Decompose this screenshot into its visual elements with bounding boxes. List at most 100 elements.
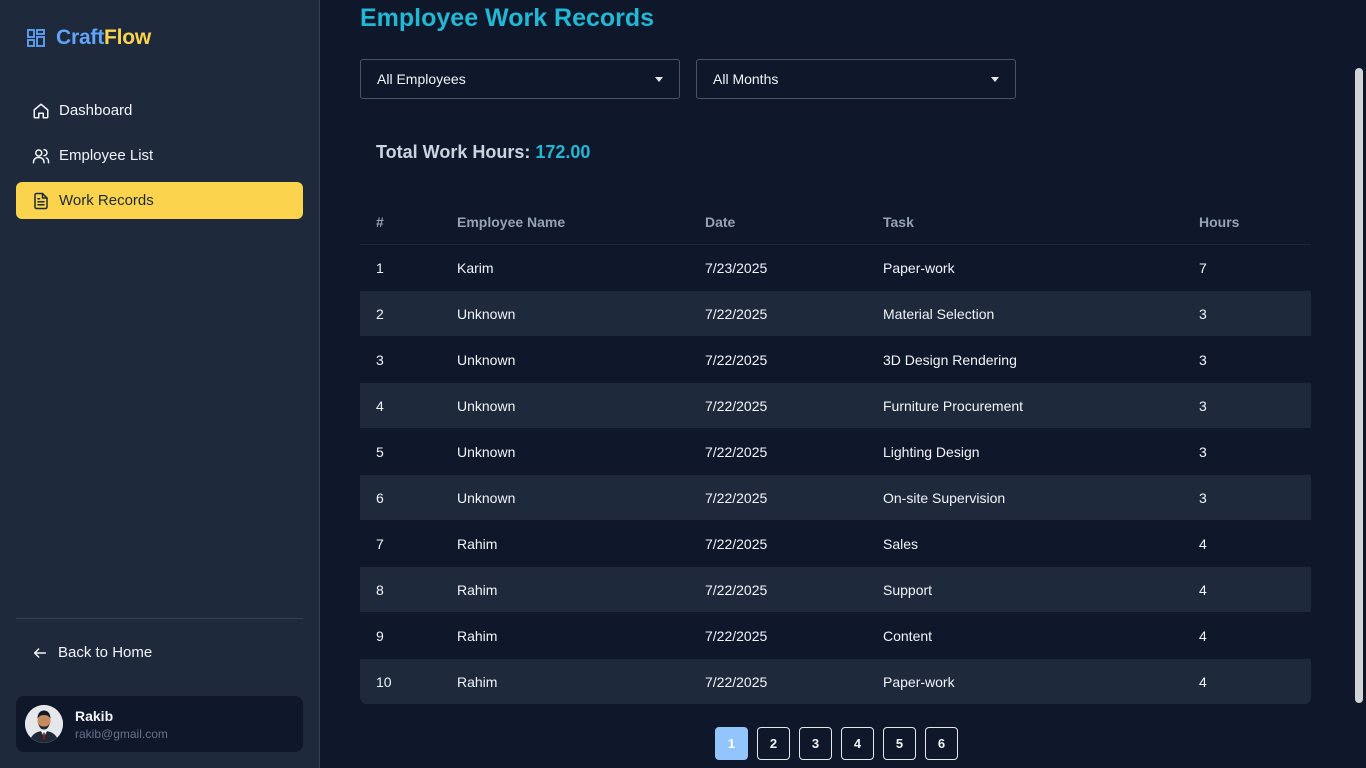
- cell-employee-name: Rahim: [457, 627, 498, 644]
- table-row[interactable]: 3 Unknown 7/22/2025 3D Design Rendering 3: [360, 337, 1311, 383]
- table-row[interactable]: 5 Unknown 7/22/2025 Lighting Design 3: [360, 429, 1311, 475]
- cell-hours: 4: [1199, 581, 1207, 598]
- cell-index: 6: [376, 489, 384, 506]
- cell-task: 3D Design Rendering: [883, 351, 1017, 368]
- cell-task: Paper-work: [883, 259, 955, 276]
- cell-date: 7/22/2025: [705, 305, 768, 322]
- brand-logo[interactable]: CraftFlow: [26, 26, 151, 50]
- work-records-table: # Employee Name Date Task Hours 1 Karim 7/…: [360, 199, 1311, 705]
- arrow-left-icon: [33, 647, 47, 658]
- cell-date: 7/22/2025: [705, 581, 768, 598]
- cell-task: Sales: [883, 535, 919, 552]
- table-row[interactable]: 1 Karim 7/23/2025 Paper-work 7: [360, 245, 1311, 291]
- sidebar-item-dashboard[interactable]: Dashboard: [16, 92, 303, 129]
- user-profile-card[interactable]: Rakib rakib@gmail.com: [16, 696, 303, 752]
- back-to-home-link[interactable]: Back to Home: [32, 644, 152, 661]
- sidebar-item-label: Employee List: [59, 147, 154, 164]
- user-avatar-icon: [25, 705, 63, 743]
- table-body: 1 Karim 7/23/2025 Paper-work 7 2 Unknown 7/22/2…: [360, 245, 1311, 705]
- column-header-task[interactable]: Task: [883, 214, 1199, 230]
- back-to-home-label: Back to Home: [58, 644, 153, 661]
- cell-date: 7/22/2025: [705, 443, 768, 460]
- table-row[interactable]: 10 Rahim 7/22/2025 Paper-work 4: [360, 659, 1311, 705]
- users-icon: [32, 148, 50, 163]
- page-button-2[interactable]: 2: [757, 727, 790, 760]
- employee-filter-select[interactable]: All Employees: [360, 59, 680, 99]
- cell-date: 7/22/2025: [705, 351, 768, 368]
- cell-task: Lighting Design: [883, 443, 980, 460]
- cell-task: Material Selection: [883, 305, 995, 322]
- cell-hours: 7: [1199, 259, 1207, 276]
- column-header-index[interactable]: #: [360, 214, 457, 230]
- cell-task: Support: [883, 581, 933, 598]
- page-button-3[interactable]: 3: [799, 727, 832, 760]
- table-row[interactable]: 7 Rahim 7/22/2025 Sales 4: [360, 521, 1311, 567]
- chevron-down-icon: [655, 77, 663, 82]
- page-button-1[interactable]: 1: [715, 727, 748, 760]
- brand-name: CraftFlow: [56, 26, 151, 50]
- page-title: Employee Work Records: [360, 4, 655, 32]
- cell-employee-name: Karim: [457, 259, 494, 276]
- column-header-employee-name[interactable]: Employee Name: [457, 214, 705, 230]
- user-email: rakib@gmail.com: [75, 726, 168, 741]
- month-filter-value: All Months: [713, 71, 779, 87]
- sidebar-item-employee-list[interactable]: Employee List: [16, 137, 303, 174]
- total-work-hours-label: Total Work Hours:: [376, 142, 531, 162]
- cell-task: On-site Supervision: [883, 489, 1006, 506]
- cell-employee-name: Unknown: [457, 351, 516, 368]
- cell-date: 7/22/2025: [705, 489, 768, 506]
- table-row[interactable]: 4 Unknown 7/22/2025 Furniture Procurement 3: [360, 383, 1311, 429]
- home-icon: [33, 103, 49, 118]
- page-button-6[interactable]: 6: [925, 727, 958, 760]
- cell-hours: 3: [1199, 305, 1207, 322]
- table-row[interactable]: 9 Rahim 7/22/2025 Content 4: [360, 613, 1311, 659]
- cell-employee-name: Rahim: [457, 581, 498, 598]
- sidebar-item-work-records[interactable]: Work Records: [16, 182, 303, 219]
- chevron-down-icon: [991, 77, 999, 82]
- cell-employee-name: Unknown: [457, 489, 516, 506]
- column-header-date[interactable]: Date: [705, 214, 883, 230]
- cell-hours: 3: [1199, 397, 1207, 414]
- cell-index: 9: [376, 627, 384, 644]
- cell-hours: 3: [1199, 489, 1207, 506]
- brand-name-part1: Craft: [56, 26, 105, 49]
- sidebar-nav: Dashboard Employee List Work Records: [16, 92, 303, 227]
- cell-index: 2: [376, 305, 384, 322]
- scrollbar-thumb[interactable]: [1355, 68, 1363, 703]
- cell-date: 7/22/2025: [705, 535, 768, 552]
- cell-employee-name: Rahim: [457, 535, 498, 552]
- table-header: # Employee Name Date Task Hours: [360, 199, 1311, 245]
- cell-employee-name: Unknown: [457, 305, 516, 322]
- cell-task: Content: [883, 627, 933, 644]
- table-row[interactable]: 8 Rahim 7/22/2025 Support 4: [360, 567, 1311, 613]
- employee-filter-value: All Employees: [377, 71, 466, 87]
- sidebar-divider: [16, 618, 303, 619]
- cell-hours: 4: [1199, 627, 1207, 644]
- user-name: Rakib: [75, 707, 114, 724]
- cell-date: 7/23/2025: [705, 259, 768, 276]
- user-info: Rakib rakib@gmail.com: [75, 708, 168, 741]
- cell-task: Paper-work: [883, 673, 955, 690]
- month-filter-select[interactable]: All Months: [696, 59, 1016, 99]
- table-row[interactable]: 6 Unknown 7/22/2025 On-site Supervision 3: [360, 475, 1311, 521]
- table-row[interactable]: 2 Unknown 7/22/2025 Material Selection 3: [360, 291, 1311, 337]
- main-content: Employee Work Records All Employees All …: [320, 0, 1352, 768]
- total-work-hours-value: 172.00: [535, 142, 591, 162]
- cell-task: Furniture Procurement: [883, 397, 1024, 414]
- cell-date: 7/22/2025: [705, 627, 768, 644]
- cell-hours: 4: [1199, 535, 1207, 552]
- cell-index: 3: [376, 351, 384, 368]
- page-button-5[interactable]: 5: [883, 727, 916, 760]
- cell-hours: 3: [1199, 351, 1207, 368]
- document-icon: [34, 192, 48, 209]
- cell-employee-name: Unknown: [457, 397, 516, 414]
- sidebar-item-label: Dashboard: [59, 102, 133, 119]
- cell-employee-name: Rahim: [457, 673, 498, 690]
- cell-index: 4: [376, 397, 384, 414]
- page-button-4[interactable]: 4: [841, 727, 874, 760]
- column-header-hours[interactable]: Hours: [1199, 214, 1311, 230]
- cell-index: 7: [376, 535, 384, 552]
- page-scrollbar[interactable]: [1352, 0, 1366, 768]
- cell-date: 7/22/2025: [705, 673, 768, 690]
- sidebar: CraftFlow Dashboard Employee List Work R…: [0, 0, 320, 768]
